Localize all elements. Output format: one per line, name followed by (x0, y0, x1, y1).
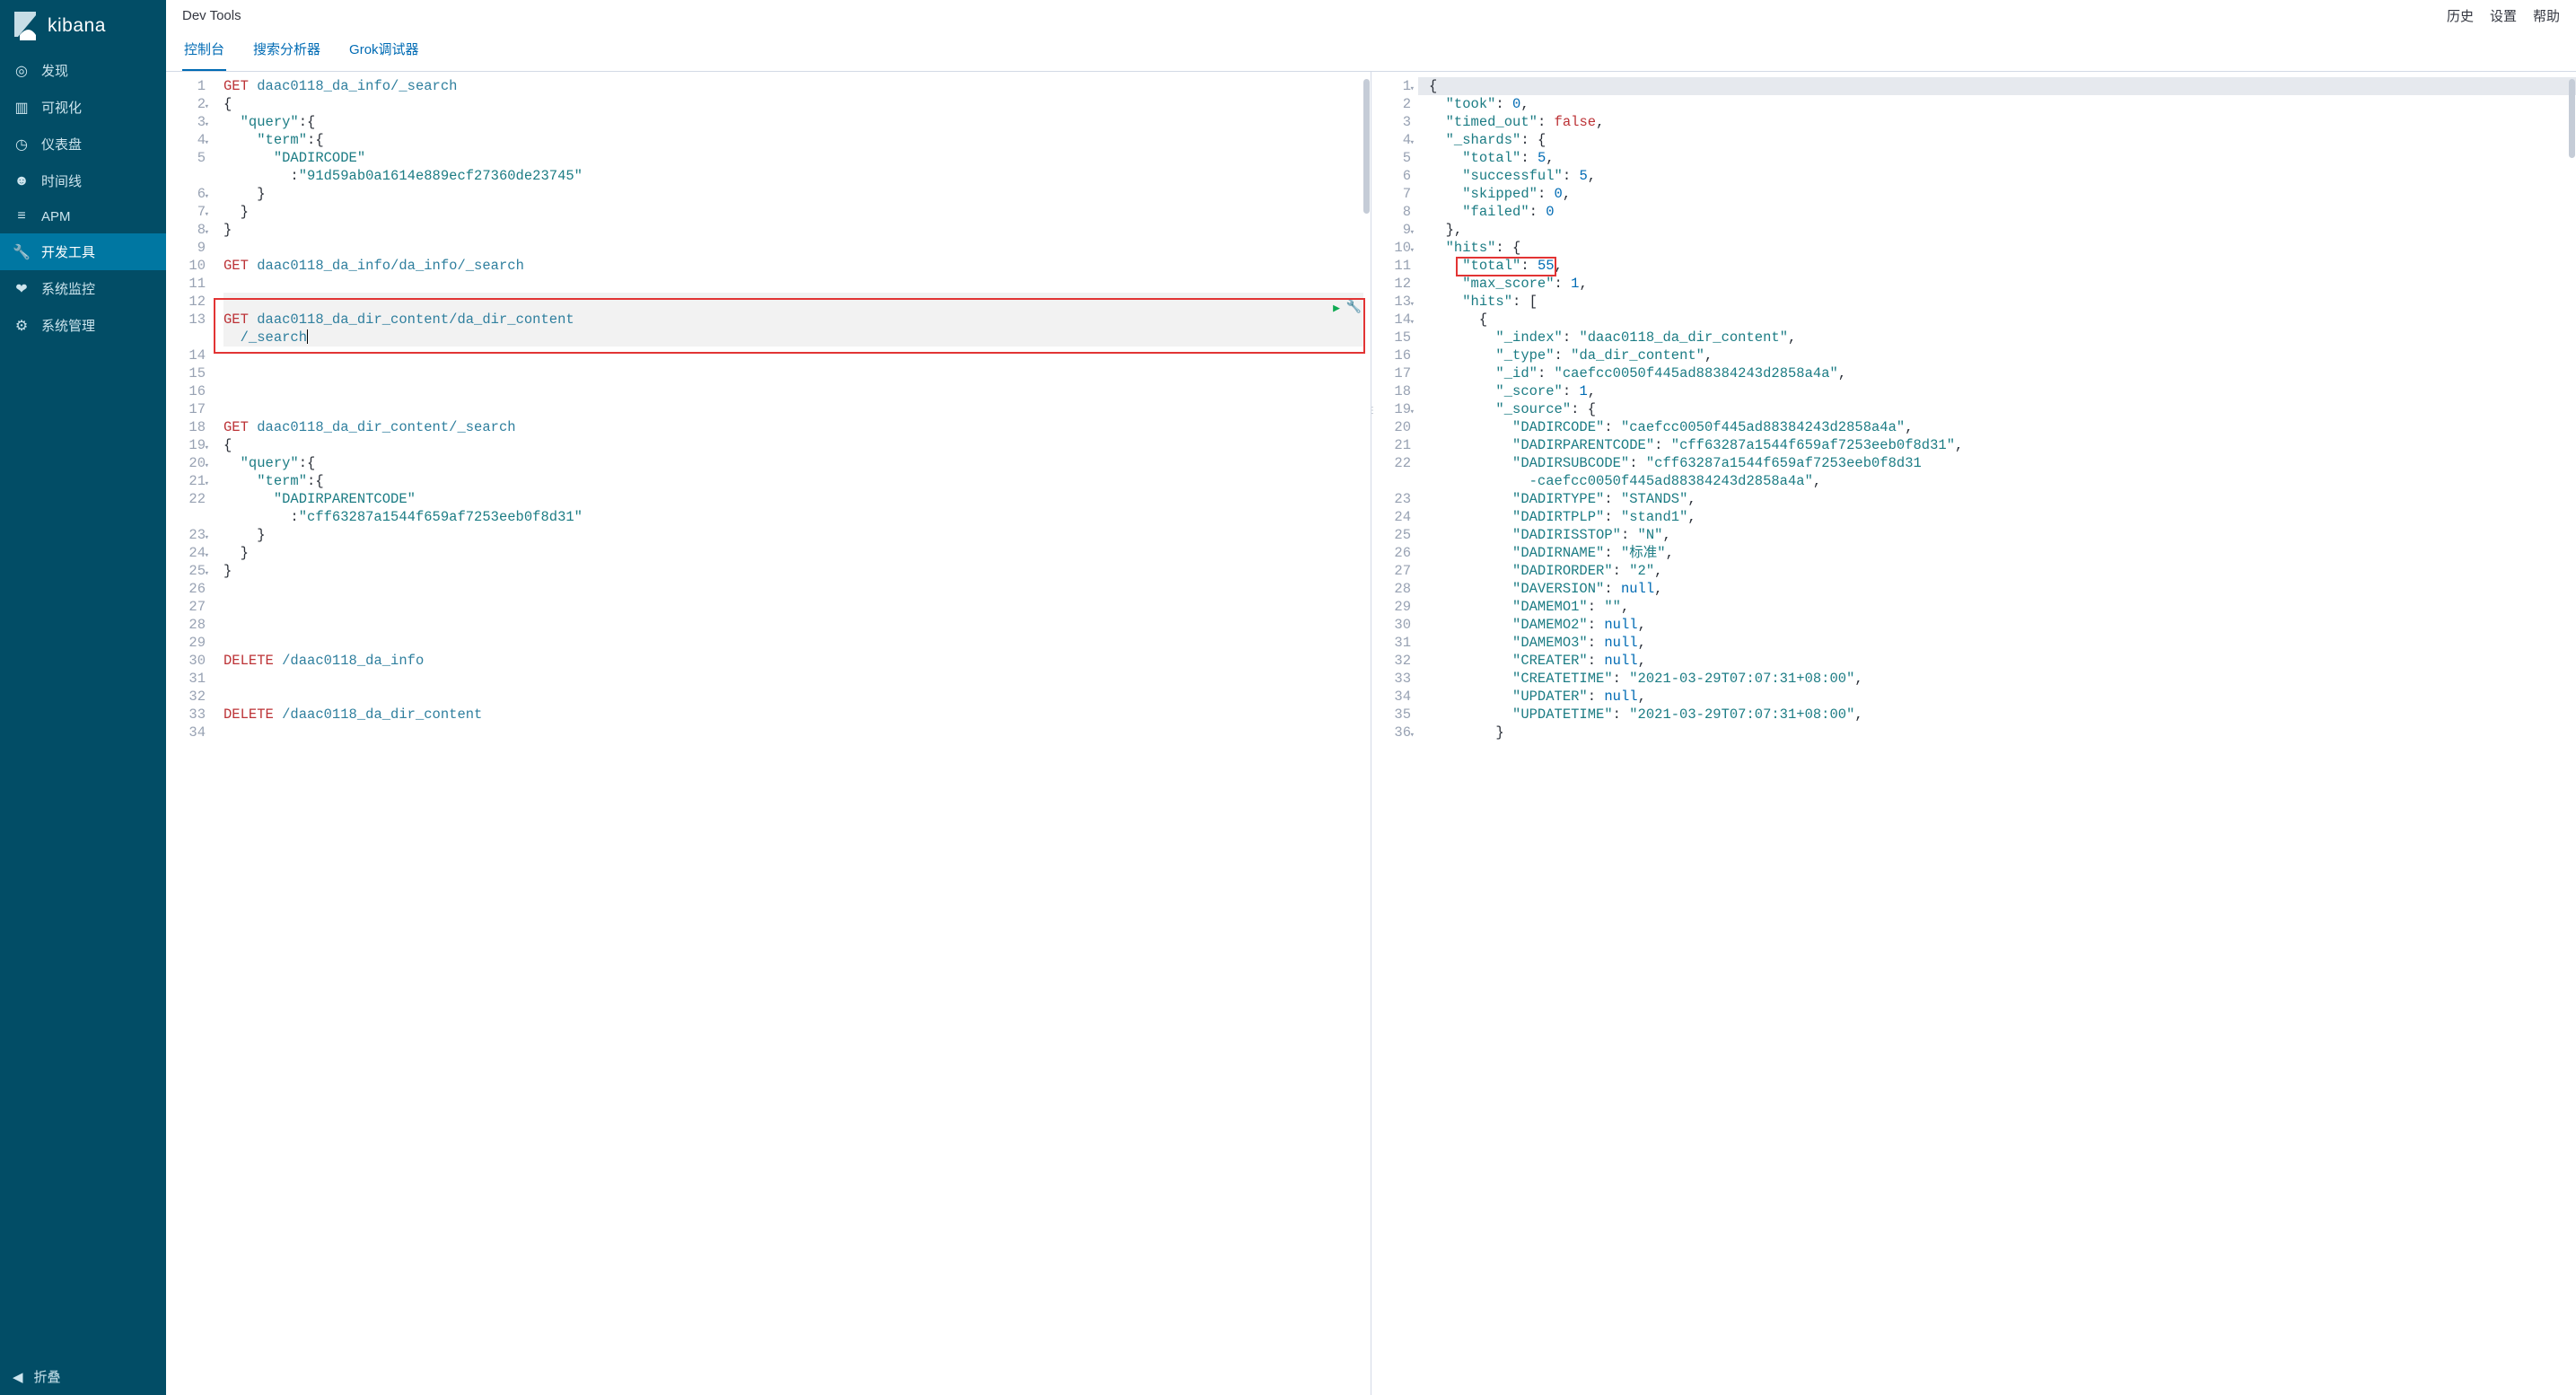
sidebar-item-label: 系统监控 (41, 279, 95, 298)
sidebar-item-label: 时间线 (41, 171, 82, 190)
response-viewer[interactable]: ⋮ 12345678910111213141516171819202122232… (1371, 72, 2576, 1395)
sidebar-item-7[interactable]: ⚙ 系统管理 (0, 307, 166, 344)
tabs: 控制台搜索分析器 Grok调试器 (166, 27, 2576, 72)
request-gutter: 1234567891011121314151617181920212223242… (166, 72, 213, 1395)
play-icon[interactable]: ▶ (1333, 302, 1340, 315)
sidebar-item-1[interactable]: ▥ 可视化 (0, 89, 166, 126)
sidebar-item-0[interactable]: ◎ 发现 (0, 52, 166, 89)
main: Dev Tools 历史 设置 帮助 控制台搜索分析器 Grok调试器 12345… (166, 0, 2576, 1395)
tab-1[interactable]: 搜索分析器 (251, 39, 322, 71)
sidebar-item-5[interactable]: 🔧 开发工具 (0, 233, 166, 270)
request-code[interactable]: GET daac0118_da_info/_search{ "query":{ … (213, 72, 1371, 1395)
sidebar-collapse[interactable]: ◀ 折叠 (0, 1358, 166, 1395)
tab-2[interactable]: Grok调试器 (347, 39, 421, 71)
sidebar-item-6[interactable]: ❤ 系统监控 (0, 270, 166, 307)
response-gutter: 1234567891011121314151617181920212223242… (1371, 72, 1418, 1395)
help-link[interactable]: 帮助 (2533, 6, 2560, 25)
settings-link[interactable]: 设置 (2490, 6, 2517, 25)
kibana-logo-icon (13, 12, 38, 40)
apm-icon: ≡ (13, 208, 31, 224)
collapse-icon: ◀ (13, 1369, 23, 1385)
page-title: Dev Tools (182, 8, 241, 23)
app-name: kibana (48, 15, 106, 37)
tools-icon[interactable]: 🔧 (1346, 300, 1362, 315)
gear-icon: ⚙ (13, 317, 31, 335)
request-editor[interactable]: 1234567891011121314151617181920212223242… (166, 72, 1371, 1395)
barchart-icon: ▥ (13, 99, 31, 117)
sidebar-item-3[interactable]: ☻ 时间线 (0, 162, 166, 199)
sidebar-item-4[interactable]: ≡ APM (0, 199, 166, 233)
sidebar-item-label: APM (41, 209, 71, 224)
sidebar-item-2[interactable]: ◷ 仪表盘 (0, 126, 166, 162)
sidebar-item-label: 仪表盘 (41, 135, 82, 154)
scrollbar-thumb[interactable] (2569, 79, 2575, 158)
side-nav: ◎ 发现 ▥ 可视化 ◷ 仪表盘 ☻ 时间线 ≡ APM 🔧 开发工具 ❤ 系统监控 ⚙ 系统管理 (0, 52, 166, 1358)
topbar-links: 历史 设置 帮助 (2447, 6, 2560, 25)
logo[interactable]: kibana (0, 0, 166, 52)
sidebar-item-label: 可视化 (41, 98, 82, 117)
sidebar-collapse-label: 折叠 (34, 1367, 61, 1386)
heartbeat-icon: ❤ (13, 280, 31, 298)
sidebar-item-label: 开发工具 (41, 242, 95, 261)
bear-icon: ☻ (13, 173, 31, 189)
topbar: Dev Tools 历史 设置 帮助 (166, 0, 2576, 27)
response-code[interactable]: { "took": 0, "timed_out": false, "_shard… (1418, 72, 2576, 1395)
sidebar-item-label: 发现 (41, 61, 68, 80)
compass-icon: ◎ (13, 62, 31, 80)
console-panes: 1234567891011121314151617181920212223242… (166, 72, 2576, 1395)
wrench-icon: 🔧 (13, 243, 31, 261)
scrollbar-thumb[interactable] (1363, 79, 1370, 214)
history-link[interactable]: 历史 (2447, 6, 2474, 25)
sidebar: kibana ◎ 发现 ▥ 可视化 ◷ 仪表盘 ☻ 时间线 ≡ APM 🔧 开发工具 ❤ 系统监控 ⚙ 系统管… (0, 0, 166, 1395)
gauge-icon: ◷ (13, 136, 31, 154)
tab-0[interactable]: 控制台 (182, 39, 226, 71)
sidebar-item-label: 系统管理 (41, 316, 95, 335)
